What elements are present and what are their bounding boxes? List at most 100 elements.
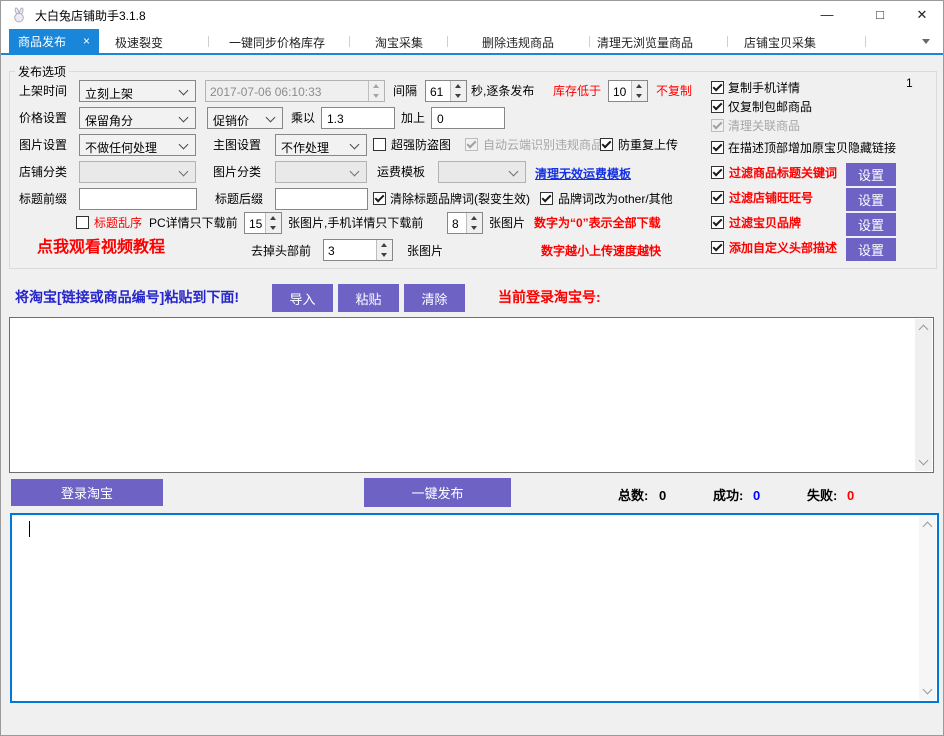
filter-brand-settings-button[interactable]: 设置 [846, 213, 896, 236]
video-tutorial-link[interactable]: 点我观看视频教程 [37, 241, 165, 255]
hidden-link-label[interactable]: 在描述顶部增加原宝贝隐藏链接 [728, 141, 896, 155]
anti-repeat-checkbox[interactable] [600, 138, 613, 151]
head-remove-spinner[interactable]: 3 [323, 239, 393, 261]
tab-fast-fission[interactable]: 极速裂变 [115, 34, 163, 51]
spinner-down-icon[interactable] [377, 250, 392, 260]
title-prefix-input[interactable] [79, 188, 197, 210]
brand-other-label[interactable]: 品牌词改为other/其他 [558, 192, 673, 206]
clean-related-label: 清理关联商品 [728, 119, 800, 133]
custom-header-label[interactable]: 添加自定义头部描述 [729, 241, 837, 255]
tab-clean-noview[interactable]: 清理无浏览量商品 [597, 34, 693, 51]
filter-wangwang-checkbox[interactable] [711, 191, 724, 204]
price-base-select[interactable]: 促销价 [207, 107, 283, 129]
filter-brand-label[interactable]: 过滤宝贝品牌 [729, 216, 801, 230]
chevron-down-icon [179, 86, 189, 96]
tab-shop-item-collect[interactable]: 店铺宝贝采集 [744, 34, 816, 51]
free-ship-label[interactable]: 仅复制包邮商品 [728, 100, 812, 114]
filter-title-keyword-label[interactable]: 过滤商品标题关键词 [729, 166, 837, 180]
fail-label: 失败: [807, 489, 837, 503]
pc-detail-spinner[interactable]: 15 [244, 212, 282, 234]
clear-button[interactable]: 清除 [404, 284, 465, 312]
multiply-input[interactable]: 1.3 [321, 107, 395, 129]
title-suffix-label: 标题后缀 [215, 192, 263, 206]
filter-wangwang-label[interactable]: 过滤店铺旺旺号 [729, 191, 813, 205]
copy-mobile-checkbox[interactable] [711, 81, 724, 94]
no-copy-label: 不复制 [656, 84, 692, 98]
links-textarea[interactable] [9, 317, 934, 473]
spinner-up-icon[interactable] [632, 81, 647, 91]
spinner-down-icon[interactable] [632, 91, 647, 101]
title-shuffle-label[interactable]: 标题乱序 [94, 216, 142, 230]
brand-other-checkbox[interactable] [540, 192, 553, 205]
tab-sync-price-stock[interactable]: 一键同步价格库存 [229, 34, 325, 51]
tab-taobao-collect[interactable]: 淘宝采集 [375, 34, 423, 51]
anti-theft-label[interactable]: 超强防盗图 [391, 138, 451, 152]
custom-header-settings-button[interactable]: 设置 [846, 238, 896, 261]
stock-threshold-spinner[interactable]: 10 [608, 80, 648, 102]
one-key-publish-button[interactable]: 一键发布 [364, 478, 511, 507]
scroll-up-icon[interactable] [919, 325, 929, 335]
plus-input[interactable]: 0 [431, 107, 505, 129]
log-textarea[interactable] [10, 513, 939, 703]
anti-theft-checkbox[interactable] [373, 138, 386, 151]
free-ship-checkbox[interactable] [711, 100, 724, 113]
interval-spinner[interactable]: 61 [425, 80, 467, 102]
scroll-up-icon[interactable] [923, 522, 933, 532]
custom-header-checkbox[interactable] [711, 241, 724, 254]
shelf-mode-select[interactable]: 立刻上架 [79, 80, 196, 102]
image-setting-label: 图片设置 [19, 138, 67, 152]
title-shuffle-checkbox[interactable] [76, 216, 89, 229]
clear-brand-label[interactable]: 清除标题品牌词(裂变生效) [390, 192, 530, 206]
paste-button[interactable]: 粘贴 [338, 284, 399, 312]
spinner-down-icon[interactable] [451, 91, 466, 101]
spinner-up-icon[interactable] [451, 81, 466, 91]
tab-separator [865, 36, 866, 47]
chevron-down-icon [266, 113, 276, 123]
spinner-up-icon[interactable] [377, 240, 392, 250]
image-category-select[interactable] [275, 161, 367, 183]
filter-brand-checkbox[interactable] [711, 216, 724, 229]
tab-separator [727, 36, 728, 47]
speed-hint: 数字越小上传速度越快 [541, 244, 661, 258]
minimize-icon[interactable]: — [804, 1, 850, 29]
stock-below-label: 库存低于 [553, 84, 601, 98]
shop-category-select[interactable] [79, 161, 196, 183]
scrollbar[interactable] [919, 516, 936, 700]
cloud-check-checkbox [465, 138, 478, 151]
image-mode-select[interactable]: 不做任何处理 [79, 134, 196, 156]
spinner-down-icon[interactable] [467, 223, 482, 233]
filter-title-keyword-checkbox[interactable] [711, 166, 724, 179]
text-caret [29, 521, 30, 537]
import-button[interactable]: 导入 [272, 284, 333, 312]
spinner-up-icon[interactable] [266, 213, 281, 223]
tab-separator [447, 36, 448, 47]
anti-repeat-label[interactable]: 防重复上传 [618, 138, 678, 152]
head-remove-label: 去掉头部前 [251, 244, 311, 258]
tab-delete-illegal[interactable]: 删除违规商品 [482, 34, 554, 51]
title-suffix-input[interactable] [275, 188, 368, 210]
chevron-down-icon[interactable] [922, 39, 930, 44]
price-mode-select[interactable]: 保留角分 [79, 107, 196, 129]
freight-template-label: 运费模板 [377, 165, 425, 179]
spinner-down-icon[interactable] [266, 223, 281, 233]
scroll-down-icon[interactable] [919, 456, 929, 466]
maximize-icon[interactable]: □ [857, 1, 903, 29]
clean-freight-link[interactable]: 清理无效运费模板 [535, 165, 631, 182]
tab-separator [349, 36, 350, 47]
freight-template-select[interactable] [438, 161, 526, 183]
tab-product-publish[interactable]: 商品发布 × [9, 29, 99, 53]
filter-wangwang-settings-button[interactable]: 设置 [846, 188, 896, 211]
title-bar: 大白兔店铺助手3.1.8 — □ ✕ [1, 1, 943, 29]
scroll-down-icon[interactable] [923, 685, 933, 695]
mobile-detail-spinner[interactable]: 8 [447, 212, 483, 234]
main-image-select[interactable]: 不作处理 [275, 134, 367, 156]
filter-title-keyword-settings-button[interactable]: 设置 [846, 163, 896, 186]
close-icon[interactable]: ✕ [899, 1, 944, 29]
login-taobao-button[interactable]: 登录淘宝 [11, 479, 163, 506]
scrollbar[interactable] [915, 319, 932, 471]
clear-brand-checkbox[interactable] [373, 192, 386, 205]
spinner-up-icon[interactable] [467, 213, 482, 223]
tab-close-icon[interactable]: × [83, 34, 90, 48]
hidden-link-checkbox[interactable] [711, 141, 724, 154]
copy-mobile-label[interactable]: 复制手机详情 [728, 81, 800, 95]
